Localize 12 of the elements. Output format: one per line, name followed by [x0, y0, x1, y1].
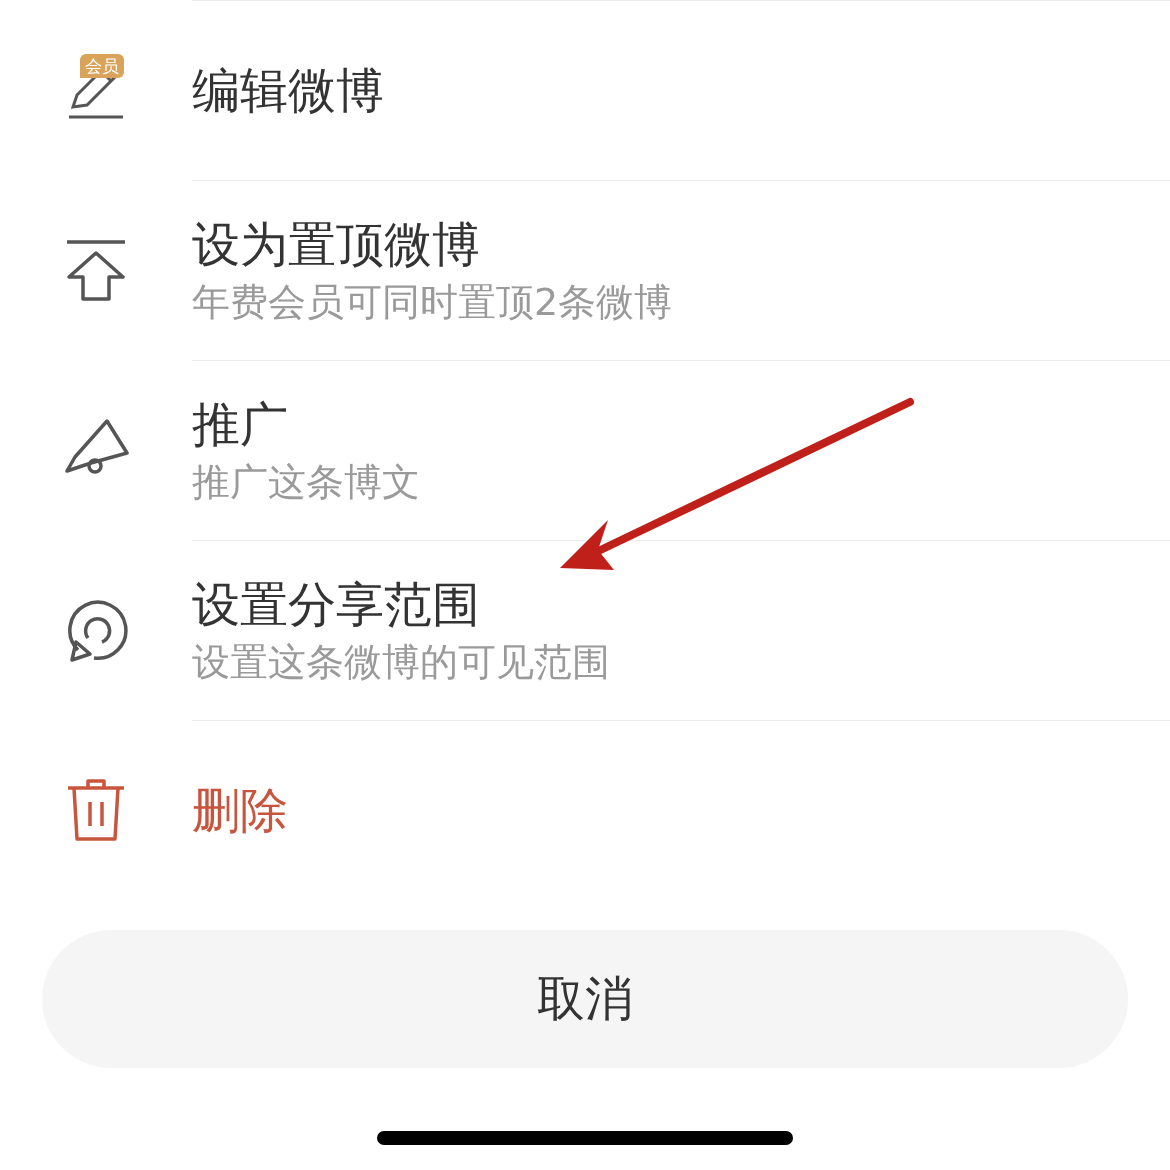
trash-icon — [66, 778, 126, 842]
menu-item-subtitle: 年费会员可同时置顶2条微博 — [192, 279, 674, 326]
menu-item-title[interactable]: 设为置顶微博 — [192, 215, 1170, 274]
menu-item-subtitle: 设置这条微博的可见范围 — [192, 639, 611, 686]
member-badge: 会员 — [80, 54, 124, 78]
menu-item-title[interactable]: 编辑微博 — [192, 61, 1170, 120]
menu-item-title[interactable]: 推广 — [192, 395, 1170, 454]
cancel-button[interactable]: 取消 — [42, 930, 1128, 1068]
menu-item-title[interactable]: 设置分享范围 — [192, 575, 1170, 634]
menu-item-subtitle: 推广这条博文 — [192, 459, 421, 506]
menu-item-title[interactable]: 删除 — [192, 781, 1170, 840]
pin-to-top-icon — [65, 239, 127, 301]
